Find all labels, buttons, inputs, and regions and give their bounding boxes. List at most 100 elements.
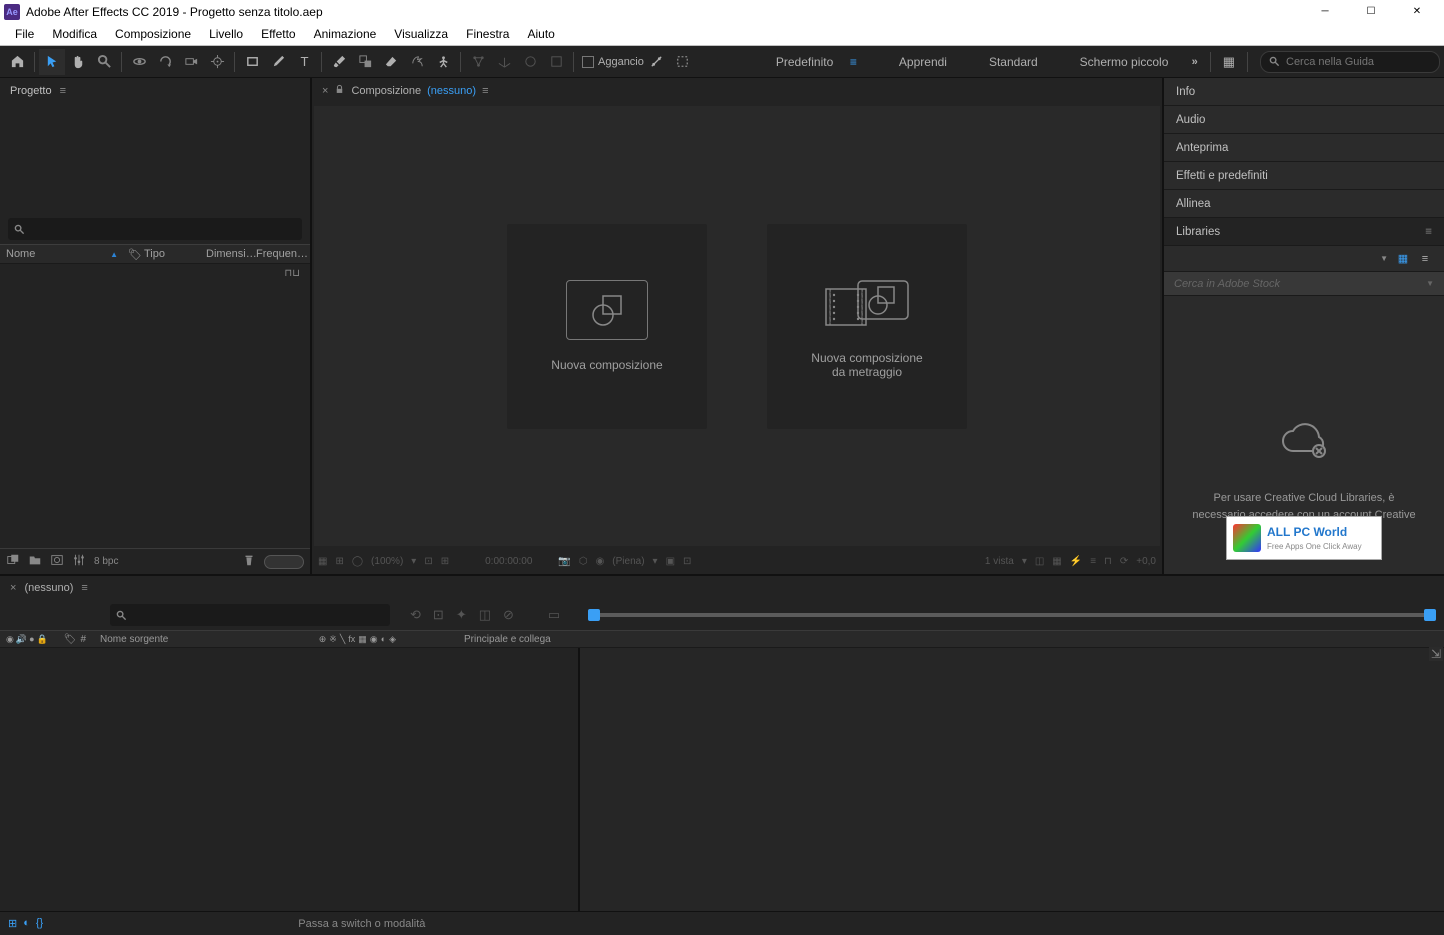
- hand-tool[interactable]: [65, 49, 91, 75]
- interpret-icon[interactable]: [6, 553, 20, 570]
- composition-tab[interactable]: × Composizione (nessuno) ≡: [312, 78, 1162, 104]
- brush-tool[interactable]: [326, 49, 352, 75]
- pen-tool[interactable]: [265, 49, 291, 75]
- type-tool[interactable]: T: [291, 49, 317, 75]
- panel-allinea[interactable]: Allinea: [1164, 190, 1444, 218]
- timecode[interactable]: 0:00:00:00: [485, 556, 532, 567]
- close-button[interactable]: ✕: [1394, 0, 1440, 23]
- menu-composizione[interactable]: Composizione: [106, 27, 200, 41]
- menu-visualizza[interactable]: Visualizza: [385, 27, 457, 41]
- menu-livello[interactable]: Livello: [200, 27, 252, 41]
- layer-list[interactable]: [0, 648, 580, 911]
- speaker-icon[interactable]: 🔊: [16, 634, 27, 645]
- world-axis-icon[interactable]: [517, 49, 543, 75]
- view-layout-icon[interactable]: ◫: [1035, 556, 1044, 567]
- roto-tool[interactable]: [404, 49, 430, 75]
- menu-animazione[interactable]: Animazione: [305, 27, 386, 41]
- eraser-tool[interactable]: [378, 49, 404, 75]
- eye-icon[interactable]: ◉: [6, 634, 14, 645]
- menu-effetto[interactable]: Effetto: [252, 27, 304, 41]
- shy-icon[interactable]: ⊕: [319, 634, 327, 645]
- tag-icon[interactable]: 🏷: [64, 634, 77, 645]
- region-icon[interactable]: ◉: [596, 556, 605, 567]
- lock-icon[interactable]: 🔒: [37, 634, 48, 645]
- comp-graph-icon[interactable]: ◫: [479, 607, 491, 623]
- orbit-tool[interactable]: [126, 49, 152, 75]
- parent-col[interactable]: Principale e collega: [464, 634, 574, 645]
- workspace-overflow[interactable]: »: [1192, 56, 1198, 68]
- snap-checkbox[interactable]: Aggancio: [582, 56, 644, 68]
- home-button[interactable]: [4, 49, 30, 75]
- panel-menu-icon[interactable]: ≡: [60, 85, 66, 97]
- toggle-alpha-icon[interactable]: ▦: [318, 556, 327, 567]
- resolution-label[interactable]: (Piena): [612, 556, 644, 567]
- solo-icon[interactable]: ●: [29, 634, 34, 645]
- tab-close-icon[interactable]: ×: [322, 85, 328, 97]
- dropdown-icon[interactable]: ▼: [1426, 279, 1434, 288]
- panel-libraries-header[interactable]: Libraries ≡: [1164, 218, 1444, 246]
- toggle-mask-icon[interactable]: ◯: [352, 556, 363, 567]
- col-size[interactable]: Dimensi…: [206, 248, 254, 260]
- timeline-search[interactable]: [110, 604, 390, 626]
- new-comp-icon[interactable]: [50, 553, 64, 570]
- name-col[interactable]: Nome sorgente: [100, 634, 315, 645]
- zoom-tool[interactable]: [91, 49, 117, 75]
- panel-menu-icon[interactable]: ≡: [1425, 226, 1432, 238]
- tab-close-icon[interactable]: ×: [10, 582, 16, 594]
- toggle-switches-icon[interactable]: ⊞: [8, 917, 17, 930]
- view-option2-icon[interactable]: ⊡: [683, 556, 691, 567]
- quality-icon[interactable]: ╲: [340, 634, 345, 645]
- help-search[interactable]: [1260, 51, 1440, 73]
- col-type[interactable]: Tipo: [144, 248, 204, 260]
- workspace-predefinito[interactable]: Predefinito ≡: [756, 51, 867, 73]
- motion-blur-icon[interactable]: ◉: [370, 634, 378, 645]
- menu-file[interactable]: File: [6, 27, 43, 41]
- new-comp-from-footage-card[interactable]: Nuova composizione da metraggio: [767, 224, 967, 429]
- minimize-button[interactable]: ─: [1302, 0, 1348, 23]
- libraries-search[interactable]: Cerca in Adobe Stock ▼: [1164, 272, 1444, 296]
- comp-fb-icon[interactable]: ⊡: [433, 607, 444, 623]
- comp-marker-icon[interactable]: ▭: [548, 607, 560, 623]
- maximize-button[interactable]: ☐: [1348, 0, 1394, 23]
- panel-menu-icon[interactable]: ≡: [482, 85, 488, 97]
- rotate-tool[interactable]: [152, 49, 178, 75]
- panel-audio[interactable]: Audio: [1164, 106, 1444, 134]
- draft-icon[interactable]: ⬡: [579, 556, 588, 567]
- view-count[interactable]: 1 vista: [985, 556, 1014, 567]
- chevron-down-icon[interactable]: ▾: [411, 556, 416, 567]
- exposure-value[interactable]: +0,0: [1136, 556, 1156, 567]
- chevron-down-icon[interactable]: ▾: [653, 556, 658, 567]
- menu-modifica[interactable]: Modifica: [43, 27, 106, 41]
- menu-aiuto[interactable]: Aiuto: [518, 27, 563, 41]
- project-search[interactable]: [8, 218, 302, 240]
- comp-mb-icon[interactable]: ✦: [456, 607, 467, 623]
- zoom-value[interactable]: (100%): [371, 556, 403, 567]
- fast-preview-icon[interactable]: ⚡: [1070, 556, 1082, 567]
- bpc-indicator[interactable]: 8 bpc: [94, 556, 118, 567]
- trash-icon[interactable]: [242, 553, 256, 570]
- col-name[interactable]: Nome▲🏷: [6, 248, 142, 261]
- chevron-down-icon[interactable]: ▾: [1022, 556, 1027, 567]
- snap-option-1[interactable]: [644, 49, 670, 75]
- zoom-handle-left[interactable]: [588, 609, 600, 621]
- list-view-icon[interactable]: ≡: [1418, 252, 1432, 266]
- workspace-apprendi[interactable]: Apprendi: [889, 51, 957, 73]
- selection-tool[interactable]: [39, 49, 65, 75]
- snap-handle-icon[interactable]: ⇲: [1429, 647, 1443, 661]
- timeline-zoom[interactable]: [580, 613, 1444, 617]
- camera-icon[interactable]: 📷: [558, 556, 570, 567]
- collapsed-icon[interactable]: ※: [329, 634, 337, 645]
- toggle-modes-icon[interactable]: ◐: [23, 917, 30, 930]
- lock-icon[interactable]: [334, 84, 345, 98]
- frame-blend-icon[interactable]: ▦: [358, 634, 367, 645]
- mesh-tool[interactable]: [465, 49, 491, 75]
- rectangle-tool[interactable]: [239, 49, 265, 75]
- drag-pill[interactable]: [264, 555, 304, 569]
- panel-anteprima[interactable]: Anteprima: [1164, 134, 1444, 162]
- zoom-handle-right[interactable]: [1424, 609, 1436, 621]
- timeline-icon[interactable]: ≡: [1090, 556, 1096, 567]
- pan-behind-tool[interactable]: [204, 49, 230, 75]
- panel-effetti[interactable]: Effetti e predefiniti: [1164, 162, 1444, 190]
- workspace-schermo-piccolo[interactable]: Schermo piccolo: [1070, 51, 1179, 73]
- grid-view-icon[interactable]: ▦: [1396, 252, 1410, 266]
